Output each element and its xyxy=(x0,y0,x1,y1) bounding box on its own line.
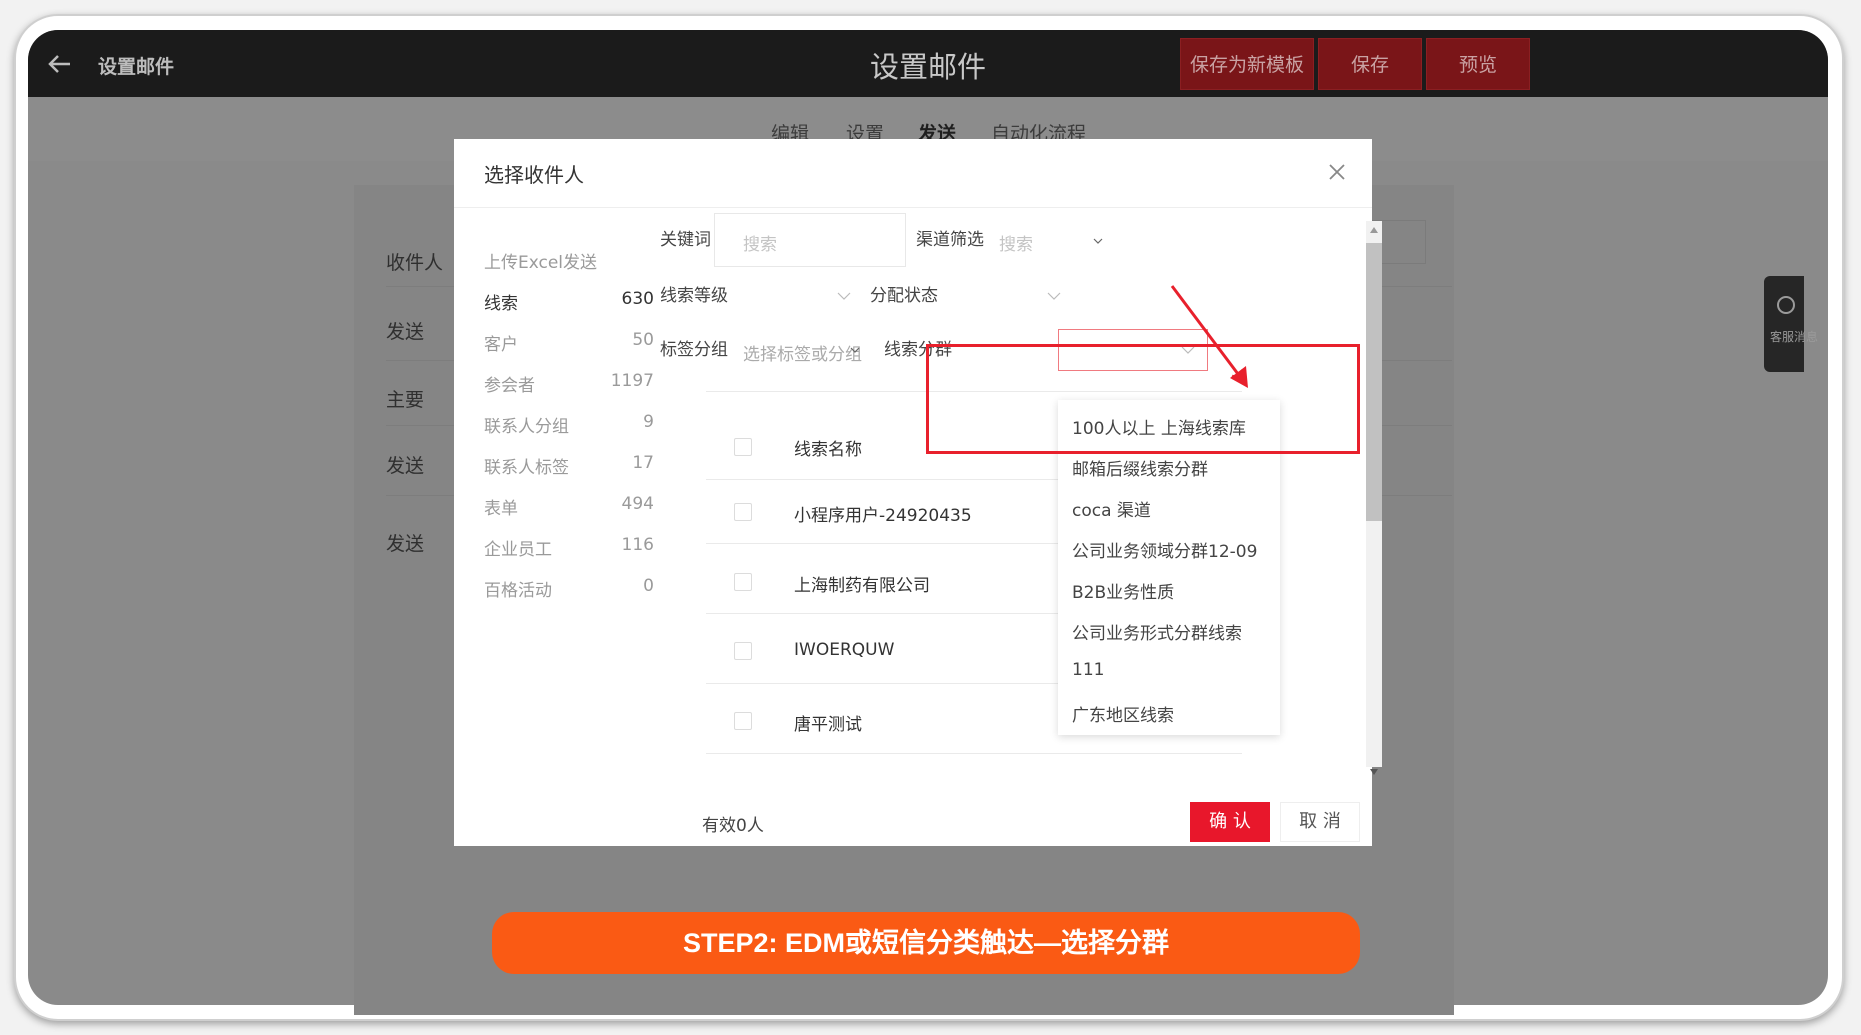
table-row: IWOERQUW xyxy=(794,640,895,660)
annotation-arrow-icon xyxy=(1170,285,1248,388)
lead-level-label: 线索等级 xyxy=(660,286,728,306)
sidebar-item-label: 参会者 xyxy=(484,376,535,396)
chat-icon xyxy=(1777,296,1795,314)
sidebar-item-forms[interactable]: 表单 494 xyxy=(484,494,654,519)
keyword-search-input[interactable]: 搜索 xyxy=(714,213,906,267)
bg-label-send-3: 发送 xyxy=(386,533,425,555)
tag-group-select[interactable]: 选择标签或分组 xyxy=(730,327,870,373)
sidebar-item-baige-events[interactable]: 百格活动 0 xyxy=(484,576,654,601)
assign-status-label: 分配状态 xyxy=(870,286,938,306)
close-icon[interactable] xyxy=(1328,163,1346,181)
sidebar-item-label: 上传Excel发送 xyxy=(484,253,598,273)
scroll-down-icon[interactable] xyxy=(1370,769,1378,775)
page-title: 设置邮件 xyxy=(869,50,986,84)
sidebar-item-upload-excel[interactable]: 上传Excel发送 xyxy=(484,248,654,273)
confirm-button[interactable]: 确 认 xyxy=(1190,802,1270,842)
sidebar-item-count: 494 xyxy=(621,494,654,514)
channel-placeholder: 搜索 xyxy=(999,235,1033,255)
chat-widget-label: 客服消息 xyxy=(1770,330,1819,344)
dropdown-option[interactable]: 111 xyxy=(1072,660,1104,680)
sidebar-item-label: 百格活动 xyxy=(484,581,552,601)
assign-status-select[interactable] xyxy=(940,273,1072,319)
highlight-box xyxy=(926,344,1360,454)
bg-label-send: 发送 xyxy=(386,321,425,343)
save-as-template-button[interactable]: 保存为新模板 xyxy=(1180,38,1314,90)
row-checkbox[interactable] xyxy=(734,642,752,660)
sidebar-item-count: 1197 xyxy=(610,371,654,391)
table-header-lead-name: 线索名称 xyxy=(794,440,862,460)
valid-count-text: 有效0人 xyxy=(702,816,764,836)
scroll-up-icon[interactable] xyxy=(1370,227,1378,233)
tag-group-placeholder: 选择标签或分组 xyxy=(743,345,862,365)
table-row: 唐平测试 xyxy=(794,715,862,735)
preview-button[interactable]: 预览 xyxy=(1426,38,1530,90)
sidebar-item-count: 116 xyxy=(621,535,654,555)
sidebar-item-label: 联系人标签 xyxy=(484,458,569,478)
sidebar-item-employees[interactable]: 企业员工 116 xyxy=(484,535,654,560)
sidebar-item-count: 9 xyxy=(643,412,654,432)
sidebar-item-contact-groups[interactable]: 联系人分组 9 xyxy=(484,412,654,437)
sidebar-item-leads[interactable]: 线索 630 xyxy=(484,289,654,314)
sidebar-item-label: 企业员工 xyxy=(484,540,552,560)
channel-filter-select[interactable]: 搜索 xyxy=(984,213,1116,267)
modal-scrollbar-thumb[interactable] xyxy=(1366,243,1382,521)
sidebar-item-customers[interactable]: 客户 50 xyxy=(484,330,654,355)
row-checkbox[interactable] xyxy=(734,503,752,521)
channel-filter-label: 渠道筛选 xyxy=(916,230,984,250)
row-checkbox[interactable] xyxy=(734,573,752,591)
dropdown-option[interactable]: 公司业务形式分群线索 xyxy=(1072,619,1242,644)
modal-divider xyxy=(454,207,1372,208)
sidebar-item-label: 线索 xyxy=(484,294,518,314)
table-row: 小程序用户-24920435 xyxy=(794,506,972,526)
select-all-checkbox[interactable] xyxy=(734,438,752,456)
keyword-placeholder: 搜索 xyxy=(743,235,777,255)
table-divider xyxy=(706,753,1242,754)
keyword-label: 关键词 xyxy=(660,230,711,250)
modal-title: 选择收件人 xyxy=(484,163,584,187)
chat-widget[interactable]: 客服消息 xyxy=(1764,276,1818,372)
sidebar-item-count: 17 xyxy=(632,453,654,473)
table-row: 上海制药有限公司 xyxy=(794,576,930,596)
chevron-down-icon xyxy=(1093,238,1103,244)
sidebar-item-attendees[interactable]: 参会者 1197 xyxy=(484,371,654,396)
tag-group-label: 标签分组 xyxy=(660,340,728,360)
chevron-down-icon xyxy=(837,292,851,300)
top-bar: 设置邮件 设置邮件 保存为新模板 保存 预览 xyxy=(28,30,1828,97)
dropdown-option[interactable]: B2B业务性质 xyxy=(1072,578,1174,603)
dropdown-option[interactable]: 公司业务领域分群12-09 xyxy=(1072,537,1257,562)
chevron-down-icon xyxy=(850,347,860,353)
lead-level-select[interactable] xyxy=(730,273,862,319)
sidebar-item-label: 客户 xyxy=(484,335,518,355)
bg-label-main: 主要 xyxy=(386,389,425,411)
bg-label-recipient: 收件人 xyxy=(386,252,444,274)
row-checkbox[interactable] xyxy=(734,712,752,730)
sidebar-item-count: 630 xyxy=(621,289,654,309)
sidebar-item-label: 表单 xyxy=(484,499,518,519)
chevron-down-icon xyxy=(1047,292,1061,300)
sidebar-item-label: 联系人分组 xyxy=(484,417,569,437)
dropdown-option[interactable]: 邮箱后缀线索分群 xyxy=(1072,455,1208,480)
dropdown-option[interactable]: 广东地区线索 xyxy=(1072,701,1174,726)
bg-label-send-2: 发送 xyxy=(386,455,425,477)
sidebar-item-count: 50 xyxy=(632,330,654,350)
sidebar-item-contact-tags[interactable]: 联系人标签 17 xyxy=(484,453,654,478)
dropdown-option[interactable]: coca 渠道 xyxy=(1072,496,1151,521)
cancel-button[interactable]: 取 消 xyxy=(1280,802,1360,842)
save-button[interactable]: 保存 xyxy=(1318,38,1422,90)
step-banner: STEP2: EDM或短信分类触达—选择分群 xyxy=(492,912,1360,974)
sidebar-item-count: 0 xyxy=(643,576,654,596)
